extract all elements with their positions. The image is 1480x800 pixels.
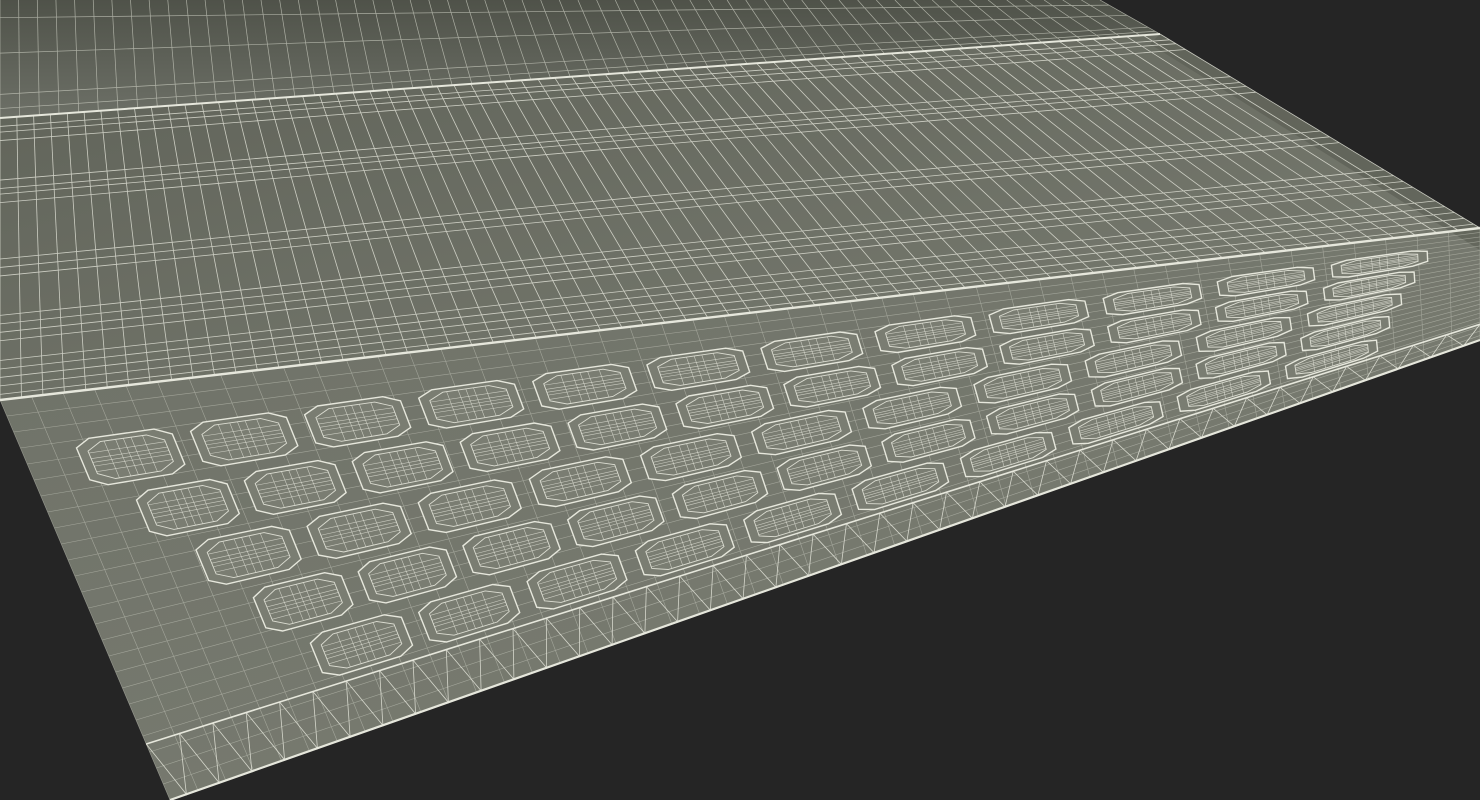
render-viewport xyxy=(0,0,1480,800)
wireframe-scene xyxy=(0,0,1480,800)
